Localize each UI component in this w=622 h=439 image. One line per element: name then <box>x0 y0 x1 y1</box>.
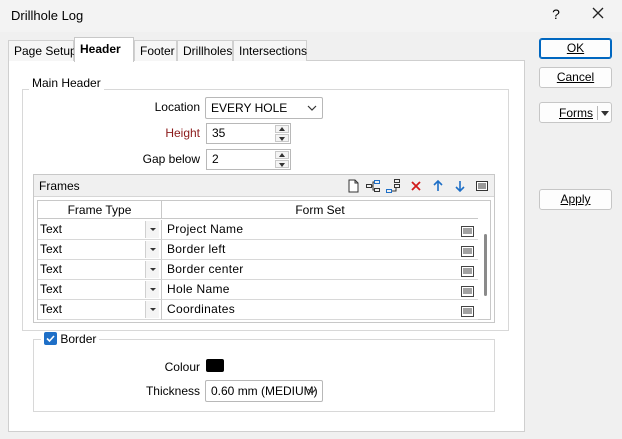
gap-spin-buttons <box>275 151 289 168</box>
frame-type-value: Text <box>40 302 63 316</box>
frames-panel: Frames Frame Type Form Set Text Project … <box>33 174 495 323</box>
help-button[interactable]: ? <box>549 6 563 22</box>
frame-type-dropdown-icon[interactable] <box>145 261 159 278</box>
frame-type-cell[interactable]: Text <box>38 280 162 300</box>
form-browse-icon[interactable] <box>461 304 474 317</box>
height-value: 35 <box>212 126 226 140</box>
table-row[interactable]: Text Border center <box>38 260 478 280</box>
forms-label: Forms <box>559 106 593 120</box>
tab-header[interactable]: Header <box>74 37 134 62</box>
cancel-label: Cancel <box>556 70 595 84</box>
colour-label: Colour <box>164 360 200 374</box>
frame-type-value: Text <box>40 282 63 296</box>
form-browse-icon[interactable] <box>461 264 474 277</box>
form-set-value: Border center <box>167 262 244 276</box>
border-checkbox[interactable] <box>44 332 57 345</box>
close-icon[interactable] <box>590 5 606 21</box>
form-set-value: Hole Name <box>167 282 230 296</box>
frames-toolbar: Frames <box>34 175 494 197</box>
location-select[interactable]: EVERY HOLE <box>205 97 323 119</box>
form-set-cell[interactable]: Border left <box>162 240 478 260</box>
frame-type-cell[interactable]: Text <box>38 260 162 280</box>
tab-page-setup[interactable]: Page Setup <box>8 40 77 61</box>
gap-below-value: 2 <box>212 152 219 166</box>
frame-type-cell[interactable]: Text <box>38 240 162 260</box>
forms-button[interactable]: Forms <box>539 102 612 123</box>
title-bar <box>0 0 622 32</box>
form-browse-icon[interactable] <box>461 224 474 237</box>
insert-after-icon[interactable] <box>386 179 400 193</box>
move-up-icon[interactable] <box>431 179 445 193</box>
frame-type-value: Text <box>40 242 63 256</box>
frame-type-dropdown-icon[interactable] <box>145 221 159 238</box>
form-browse-icon[interactable] <box>461 244 474 257</box>
frame-type-cell[interactable]: Text <box>38 300 162 320</box>
cancel-button[interactable]: Cancel <box>539 67 612 88</box>
move-down-icon[interactable] <box>453 179 467 193</box>
ok-button[interactable]: OK <box>539 38 612 59</box>
column-header-form-set[interactable]: Form Set <box>162 201 478 219</box>
height-spin-buttons <box>275 125 289 142</box>
height-label: Height <box>165 126 200 140</box>
thickness-value: 0.60 mm (MEDIUM) <box>211 384 318 398</box>
frame-type-value: Text <box>40 222 63 236</box>
table-row[interactable]: Text Project Name <box>38 220 478 240</box>
border-label: Border <box>60 332 97 346</box>
thickness-select[interactable]: 0.60 mm (MEDIUM) <box>205 380 323 402</box>
tab-intersections[interactable]: Intersections <box>233 40 307 61</box>
location-value: EVERY HOLE <box>211 101 288 115</box>
border-legend: Border <box>41 332 100 346</box>
frame-type-dropdown-icon[interactable] <box>145 301 159 318</box>
table-row[interactable]: Text Hole Name <box>38 280 478 300</box>
form-set-value: Project Name <box>167 222 244 236</box>
gap-decrement-button[interactable] <box>275 160 289 168</box>
gap-below-label: Gap below <box>142 152 200 166</box>
form-set-value: Border left <box>167 242 226 256</box>
height-stepper[interactable]: 35 <box>206 123 291 144</box>
ok-label: OK <box>566 41 585 55</box>
height-decrement-button[interactable] <box>275 134 289 142</box>
new-icon[interactable] <box>346 179 360 193</box>
table-row[interactable]: Text Border left <box>38 240 478 260</box>
chevron-down-icon <box>306 98 318 118</box>
form-browse-icon[interactable] <box>461 284 474 297</box>
form-list-icon[interactable] <box>475 179 489 193</box>
thickness-label: Thickness <box>145 384 200 398</box>
frame-type-cell[interactable]: Text <box>38 220 162 240</box>
delete-icon[interactable] <box>409 179 423 193</box>
tab-footer[interactable]: Footer <box>134 40 177 61</box>
forms-dropdown-icon[interactable] <box>601 111 609 116</box>
grid-scrollbar-thumb[interactable] <box>484 234 487 296</box>
frames-grid: Frame Type Form Set Text Project Name Te… <box>37 200 491 320</box>
tab-drillholes[interactable]: Drillholes <box>177 40 233 61</box>
form-set-cell[interactable]: Coordinates <box>162 300 478 320</box>
gap-increment-button[interactable] <box>275 151 289 159</box>
form-set-cell[interactable]: Hole Name <box>162 280 478 300</box>
colour-swatch[interactable] <box>206 359 224 372</box>
frame-type-value: Text <box>40 262 63 276</box>
forms-divider <box>597 106 598 120</box>
gap-below-stepper[interactable]: 2 <box>206 149 291 170</box>
frames-title: Frames <box>39 179 80 193</box>
grid-scrollbar[interactable] <box>481 220 491 320</box>
apply-label: Apply <box>560 192 591 206</box>
frame-type-dropdown-icon[interactable] <box>145 241 159 258</box>
height-increment-button[interactable] <box>275 125 289 133</box>
insert-before-icon[interactable] <box>366 179 380 193</box>
table-row[interactable]: Text Coordinates <box>38 300 478 320</box>
form-set-cell[interactable]: Border center <box>162 260 478 280</box>
chevron-down-icon <box>306 381 318 401</box>
column-header-frame-type[interactable]: Frame Type <box>38 201 162 219</box>
apply-button[interactable]: Apply <box>539 189 612 210</box>
window-title: Drillhole Log <box>11 8 84 23</box>
main-header-legend: Main Header <box>29 76 104 90</box>
form-set-value: Coordinates <box>167 302 236 316</box>
frame-type-dropdown-icon[interactable] <box>145 281 159 298</box>
form-set-cell[interactable]: Project Name <box>162 220 478 240</box>
location-label: Location <box>154 100 200 114</box>
